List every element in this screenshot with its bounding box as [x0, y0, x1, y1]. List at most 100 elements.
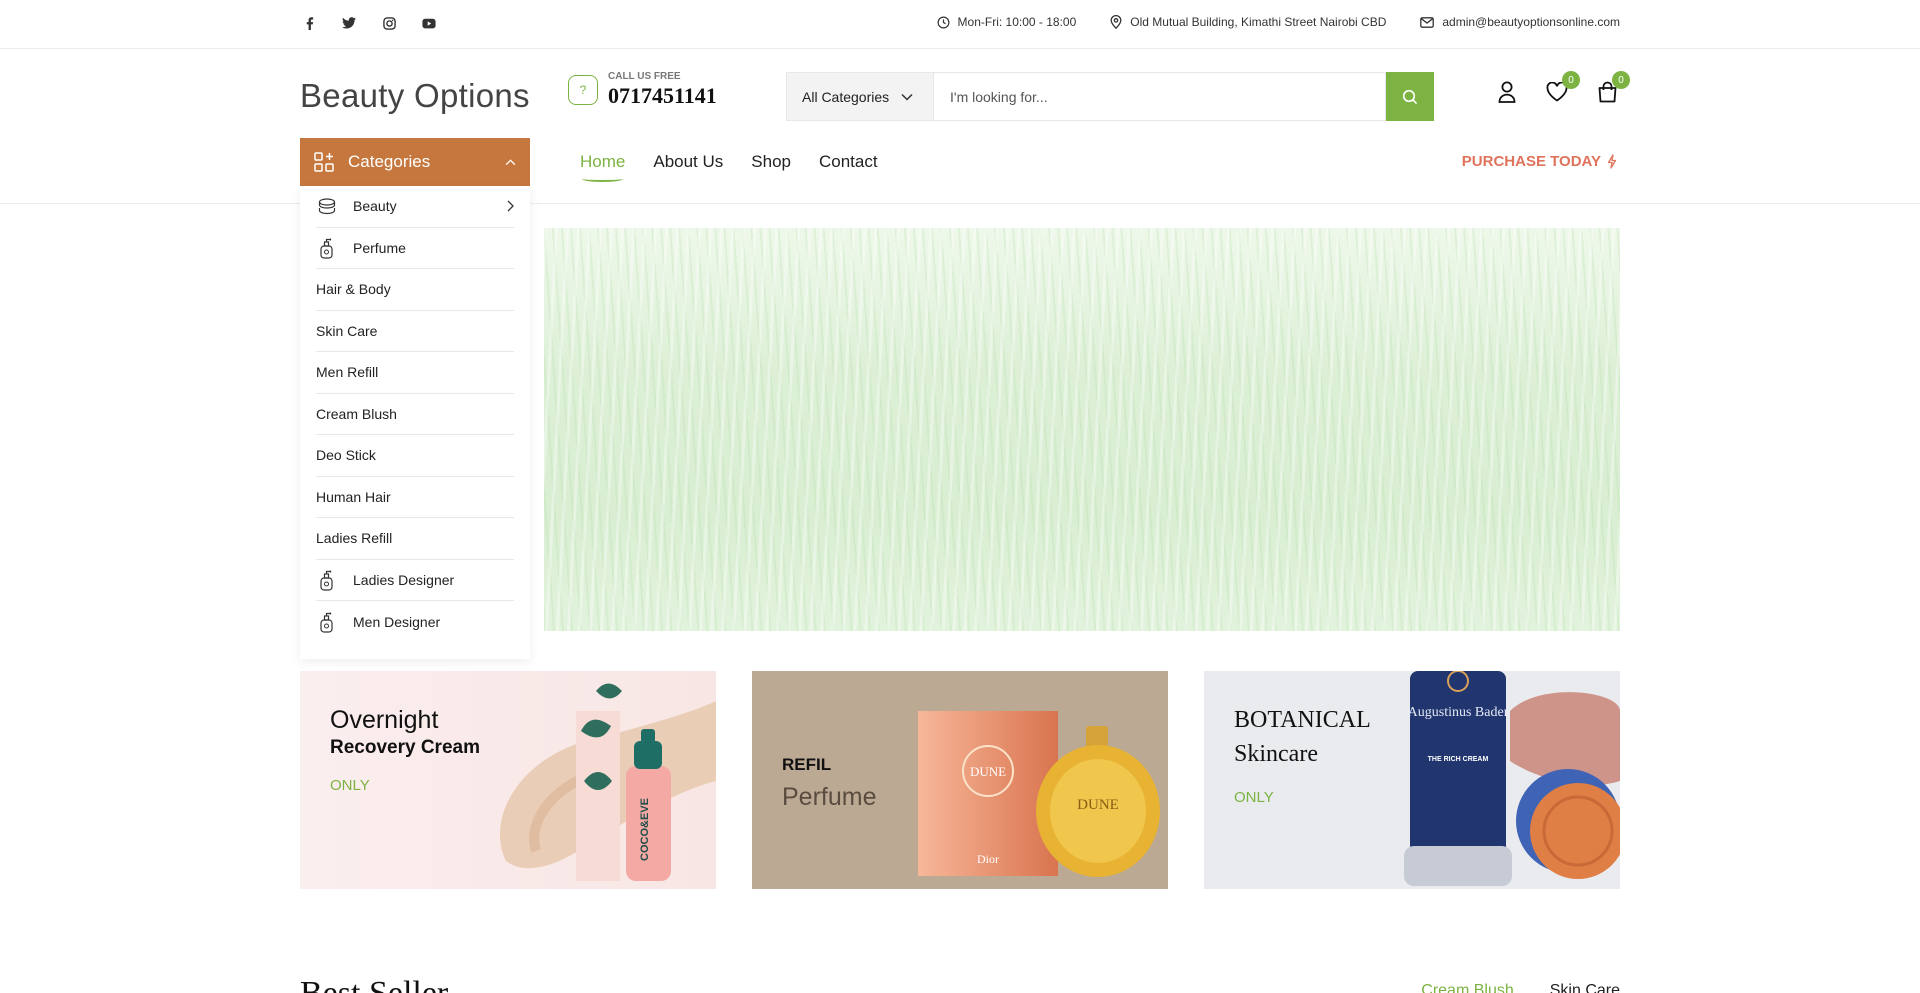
- wishlist-count-badge: 0: [1562, 71, 1580, 89]
- jar-brand-text: Augustinus Bader: [1408, 705, 1509, 720]
- cosmetics-icon: [316, 195, 338, 217]
- box-label-text: DUNE: [970, 764, 1006, 779]
- banner-title: Overnight: [330, 706, 439, 734]
- banner-subtitle: Recovery Cream: [330, 737, 480, 758]
- social-links: [300, 14, 438, 32]
- category-label: Men Designer: [353, 613, 441, 630]
- search-bar: All Categories: [786, 72, 1434, 121]
- header-actions: 0 0: [1494, 71, 1630, 105]
- facebook-icon[interactable]: [300, 14, 318, 32]
- hours-info: Mon-Fri: 10:00 - 18:00: [937, 15, 1077, 29]
- category-item-deo-stick[interactable]: Deo Stick: [316, 435, 514, 477]
- account-button[interactable]: [1494, 79, 1520, 105]
- bottle-label-text: DUNE: [1077, 797, 1119, 813]
- wishlist-button[interactable]: 0: [1544, 71, 1580, 105]
- banner-title: BOTANICAL: [1234, 707, 1371, 733]
- lightning-icon: [1607, 154, 1617, 169]
- search-category-label: All Categories: [802, 88, 890, 105]
- nav-contact[interactable]: Contact: [819, 152, 878, 172]
- youtube-icon[interactable]: [420, 14, 438, 32]
- nav-about-us[interactable]: About Us: [653, 152, 723, 172]
- category-item-skin-care[interactable]: Skin Care: [316, 311, 514, 352]
- perfume-product-image: DUNE Dior DUNE: [918, 711, 1160, 877]
- cart-button[interactable]: 0: [1594, 71, 1630, 105]
- search-icon: [1402, 89, 1418, 104]
- nav-home[interactable]: Home: [580, 152, 625, 182]
- categories-toggle-button[interactable]: Categories: [300, 138, 530, 186]
- main-nav: Home About Us Shop Contact: [580, 152, 878, 182]
- category-item-men-refill[interactable]: Men Refill: [316, 352, 514, 394]
- category-label: Beauty: [353, 198, 397, 215]
- category-label: Ladies Designer: [353, 571, 455, 588]
- purchase-label: PURCHASE TODAY: [1461, 153, 1601, 170]
- phone-number[interactable]: 0717451141: [608, 83, 717, 109]
- clock-icon: [937, 16, 950, 28]
- hero-slider[interactable]: [544, 228, 1620, 631]
- category-label: Men Refill: [316, 364, 379, 381]
- category-label: Deo Stick: [316, 447, 376, 464]
- category-item-hair-body[interactable]: Hair & Body: [316, 269, 514, 311]
- top-bar: Mon-Fri: 10:00 - 18:00 Old Mutual Buildi…: [0, 0, 1920, 49]
- call-label: CALL US FREE: [608, 71, 681, 82]
- categories-dropdown: Beauty Perfume Hair & Body Skin Care Men…: [300, 186, 530, 659]
- category-item-ladies-refill[interactable]: Ladies Refill: [316, 518, 514, 560]
- address-info: Old Mutual Building, Kimathi Street Nair…: [1110, 15, 1386, 29]
- email-link[interactable]: admin@beautyoptionsonline.com: [1442, 15, 1620, 29]
- category-label: Human Hair: [316, 488, 391, 505]
- perfume-icon: [316, 569, 338, 591]
- tab-skin-care[interactable]: Skin Care: [1550, 982, 1620, 993]
- chevron-right-icon: [507, 200, 514, 212]
- category-item-human-hair[interactable]: Human Hair: [316, 477, 514, 518]
- address-text: Old Mutual Building, Kimathi Street Nair…: [1130, 15, 1387, 29]
- category-label: Ladies Refill: [316, 530, 393, 547]
- tab-cream-blush[interactable]: Cream Blush: [1421, 982, 1513, 993]
- banner-title: REFIL: [782, 755, 832, 774]
- contact-info: Mon-Fri: 10:00 - 18:00 Old Mutual Buildi…: [937, 15, 1620, 29]
- nav-shop[interactable]: Shop: [751, 152, 791, 172]
- category-label: Perfume: [353, 239, 406, 256]
- promo-banner-recovery-cream[interactable]: Overnight Recovery Cream ONLY COCO&EVE: [300, 671, 716, 889]
- cream-product-image: COCO&EVE: [499, 683, 716, 881]
- cart-count-badge: 0: [1612, 71, 1630, 89]
- grid-plus-icon: [314, 152, 334, 172]
- header: Beauty Options ? CALL US FREE 0717451141…: [0, 49, 1920, 204]
- category-item-ladies-designer[interactable]: Ladies Designer: [316, 560, 514, 601]
- chevron-down-icon: [901, 93, 913, 101]
- banner-tag: ONLY: [330, 777, 370, 794]
- call-us: ? CALL US FREE 0717451141: [568, 71, 717, 109]
- site-logo[interactable]: Beauty Options: [300, 77, 530, 115]
- promo-banner-botanical-skincare[interactable]: BOTANICAL Skincare ONLY Augustinus Bader…: [1204, 671, 1620, 889]
- banner-subtitle: Perfume: [782, 783, 877, 811]
- category-item-perfume[interactable]: Perfume: [316, 228, 514, 269]
- map-pin-icon: [1110, 15, 1122, 29]
- user-icon: [1498, 81, 1516, 103]
- product-brand-text: COCO&EVE: [639, 798, 651, 861]
- chevron-up-icon: [505, 158, 516, 165]
- category-item-cream-blush[interactable]: Cream Blush: [316, 394, 514, 435]
- search-input[interactable]: [934, 72, 1386, 121]
- skincare-product-image: Augustinus Bader THE RICH CREAM: [1404, 671, 1620, 886]
- category-item-beauty[interactable]: Beauty: [316, 186, 514, 228]
- email-info: admin@beautyoptionsonline.com: [1420, 15, 1620, 29]
- purchase-today-link[interactable]: PURCHASE TODAY: [1462, 153, 1617, 170]
- promo-banner-refil-perfume[interactable]: REFIL Perfume DUNE Dior DUNE: [752, 671, 1168, 889]
- section-title: Best Seller: [300, 975, 448, 993]
- perfume-icon: [316, 237, 338, 259]
- twitter-icon[interactable]: [340, 14, 358, 32]
- banner-tag: ONLY: [1234, 789, 1274, 806]
- category-item-men-designer[interactable]: Men Designer: [316, 601, 514, 643]
- category-label: Hair & Body: [316, 281, 391, 298]
- instagram-icon[interactable]: [380, 14, 398, 32]
- categories-label: Categories: [348, 152, 431, 171]
- section-tabs: Cream Blush Skin Care: [1421, 982, 1620, 993]
- perfume-icon: [316, 611, 338, 633]
- help-chat-icon: ?: [568, 75, 598, 105]
- banner-subtitle: Skincare: [1234, 741, 1318, 767]
- mail-icon: [1420, 16, 1435, 28]
- category-label: Cream Blush: [316, 405, 397, 422]
- search-category-select[interactable]: All Categories: [786, 72, 934, 121]
- hours-text: Mon-Fri: 10:00 - 18:00: [957, 15, 1077, 29]
- category-label: Skin Care: [316, 322, 378, 339]
- search-button[interactable]: [1386, 72, 1434, 121]
- box-brand-text: Dior: [977, 852, 999, 866]
